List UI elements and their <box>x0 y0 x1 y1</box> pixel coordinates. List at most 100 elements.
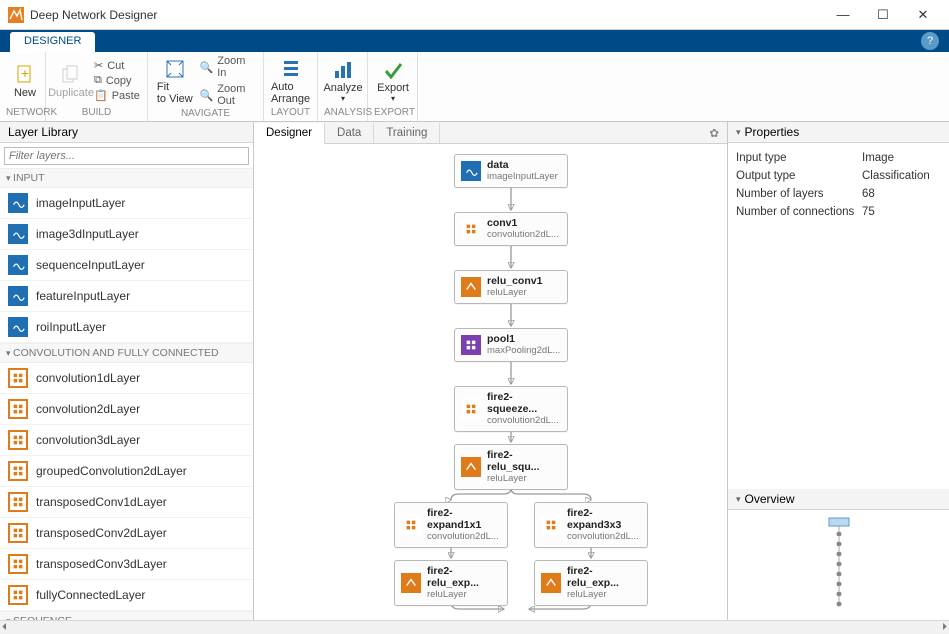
layer-item-label: transposedConv1dLayer <box>36 495 167 509</box>
layer-item-label: sequenceInputLayer <box>36 258 145 272</box>
layer-item-label: convolution1dLayer <box>36 371 140 385</box>
node-rex1[interactable]: fire2-relu_exp...reluLayer <box>394 560 508 606</box>
node-name: fire2-squeeze... <box>487 391 561 415</box>
layer-item[interactable]: transposedConv1dLayer <box>0 487 253 518</box>
node-icon <box>461 399 481 419</box>
layer-icon <box>8 224 28 244</box>
layer-item[interactable]: roiInputLayer <box>0 312 253 343</box>
layer-item-label: transposedConv2dLayer <box>36 526 167 540</box>
layer-item[interactable]: fullyConnectedLayer <box>0 580 253 611</box>
property-row: Output type Classification <box>736 167 941 185</box>
node-type: reluLayer <box>487 473 527 484</box>
paste-button[interactable]: 📋Paste <box>90 88 144 103</box>
node-icon <box>541 573 561 593</box>
layer-item[interactable]: transposedConv3dLayer <box>0 549 253 580</box>
property-value: 68 <box>862 188 875 200</box>
node-type: convolution2dL... <box>427 531 499 542</box>
duplicate-button[interactable]: Duplicate <box>52 61 90 101</box>
tab-designer[interactable]: Designer <box>254 123 325 144</box>
layer-item-label: roiInputLayer <box>36 320 106 334</box>
group-label-network: NETWORK <box>6 107 39 119</box>
property-key: Input type <box>736 152 862 164</box>
layer-item[interactable]: image3dInputLayer <box>0 219 253 250</box>
tab-data[interactable]: Data <box>325 123 374 143</box>
layer-icon <box>8 461 28 481</box>
section-seq[interactable]: SEQUENCE <box>0 611 253 620</box>
node-name: relu_conv1 <box>487 275 542 287</box>
layer-icon <box>8 399 28 419</box>
layer-item[interactable]: convolution2dLayer <box>0 394 253 425</box>
fit-to-view-button[interactable]: Fit to View <box>154 55 196 107</box>
layer-icon <box>8 523 28 543</box>
canvas-gear-icon[interactable]: ✿ <box>709 126 719 140</box>
layer-item-label: transposedConv3dLayer <box>36 557 167 571</box>
layer-item-label: convolution2dLayer <box>36 402 140 416</box>
layer-item-label: groupedConvolution2dLayer <box>36 464 187 478</box>
node-ex3[interactable]: fire2-expand3x3convolution2dL... <box>534 502 648 548</box>
zoom-in-button[interactable]: 🔍Zoom In <box>196 54 257 80</box>
node-relu1[interactable]: relu_conv1reluLayer <box>454 270 568 304</box>
node-name: fire2-relu_exp... <box>567 565 641 589</box>
new-button[interactable]: + New <box>6 61 44 101</box>
node-type: reluLayer <box>567 589 607 600</box>
node-name: pool1 <box>487 333 560 345</box>
node-rsq[interactable]: fire2-relu_squ...reluLayer <box>454 444 568 490</box>
horizontal-scrollbar[interactable]: ⏴⏵ <box>0 620 949 634</box>
paste-icon: 📋 <box>94 89 108 102</box>
node-type: convolution2dL... <box>487 229 559 240</box>
zoom-out-icon: 🔍 <box>200 89 214 102</box>
cut-button[interactable]: ✂Cut <box>90 58 144 73</box>
minimize-button[interactable]: — <box>823 1 863 29</box>
section-conv[interactable]: CONVOLUTION AND FULLY CONNECTED <box>0 343 253 363</box>
layer-item[interactable]: featureInputLayer <box>0 281 253 312</box>
ribbon-tab-designer[interactable]: DESIGNER <box>10 32 95 52</box>
copy-button[interactable]: ⧉Copy <box>90 73 144 88</box>
node-name: fire2-expand1x1 <box>427 507 501 531</box>
node-icon <box>461 219 481 239</box>
node-type: convolution2dL... <box>487 415 559 426</box>
layer-item-label: featureInputLayer <box>36 289 130 303</box>
matlab-icon <box>8 7 24 23</box>
close-button[interactable]: ✕ <box>903 1 943 29</box>
node-conv1[interactable]: conv1convolution2dL... <box>454 212 568 246</box>
export-button[interactable]: Export▾ <box>374 56 412 105</box>
node-ex1[interactable]: fire2-expand1x1convolution2dL... <box>394 502 508 548</box>
layer-item[interactable]: transposedConv2dLayer <box>0 518 253 549</box>
help-icon[interactable]: ? <box>921 32 939 50</box>
node-type: maxPooling2dL... <box>487 345 560 356</box>
zoom-out-button[interactable]: 🔍Zoom Out <box>196 82 257 108</box>
maximize-button[interactable]: ☐ <box>863 1 903 29</box>
auto-arrange-button[interactable]: Auto Arrange <box>270 55 311 107</box>
window-title: Deep Network Designer <box>30 8 157 22</box>
tab-training[interactable]: Training <box>374 123 440 143</box>
property-row: Input type Image <box>736 149 941 167</box>
layer-item[interactable]: groupedConvolution2dLayer <box>0 456 253 487</box>
node-icon <box>541 515 561 535</box>
property-row: Number of connections 75 <box>736 203 941 221</box>
layer-item-label: imageInputLayer <box>36 196 125 210</box>
filter-layers-input[interactable] <box>4 147 249 165</box>
node-type: reluLayer <box>427 589 467 600</box>
node-icon <box>461 457 481 477</box>
node-data[interactable]: dataimageInputLayer <box>454 154 568 188</box>
group-label-build: BUILD <box>52 107 141 119</box>
layer-icon <box>8 255 28 275</box>
layer-icon <box>8 430 28 450</box>
property-value: Classification <box>862 170 930 182</box>
group-label-layout: LAYOUT <box>270 107 311 119</box>
node-pool1[interactable]: pool1maxPooling2dL... <box>454 328 568 362</box>
node-icon <box>461 161 481 181</box>
node-rex3[interactable]: fire2-relu_exp...reluLayer <box>534 560 648 606</box>
group-label-analysis: ANALYSIS <box>324 107 361 119</box>
analyze-button[interactable]: Analyze▾ <box>324 56 362 105</box>
layer-item[interactable]: convolution1dLayer <box>0 363 253 394</box>
layer-item[interactable]: imageInputLayer <box>0 188 253 219</box>
layer-item[interactable]: sequenceInputLayer <box>0 250 253 281</box>
layer-item[interactable]: convolution3dLayer <box>0 425 253 456</box>
section-input[interactable]: INPUT <box>0 168 253 188</box>
layer-item-label: convolution3dLayer <box>36 433 140 447</box>
node-sq[interactable]: fire2-squeeze...convolution2dL... <box>454 386 568 432</box>
layer-icon <box>8 193 28 213</box>
node-type: imageInputLayer <box>487 171 558 182</box>
property-key: Number of layers <box>736 188 862 200</box>
